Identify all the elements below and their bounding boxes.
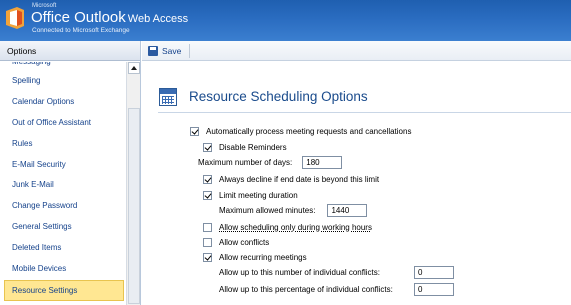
nav-item-change-password[interactable]: Change Password [0, 196, 126, 217]
nav-list: Messaging Spelling Calendar Options Out … [0, 62, 126, 305]
nav-item-email-security[interactable]: E-Mail Security [0, 155, 126, 176]
arrow-up-icon [131, 66, 137, 70]
nav-item-calendar-options[interactable]: Calendar Options [0, 92, 126, 113]
page-title: Resource Scheduling Options [189, 89, 368, 104]
connection-status: Connected to Microsoft Exchange [32, 27, 130, 34]
nav-item-spelling[interactable]: Spelling [0, 71, 126, 92]
decline-beyond-row: Always decline if end date is beyond thi… [203, 175, 379, 184]
allow-conflicts-checkbox[interactable] [203, 238, 212, 247]
nav-item-messaging[interactable]: Messaging [0, 62, 126, 71]
nav-title: Options [0, 41, 140, 61]
max-minutes-label: Maximum allowed minutes: [219, 206, 316, 215]
limit-duration-checkbox[interactable] [203, 191, 212, 200]
disable-reminders-checkbox[interactable] [203, 143, 212, 152]
nav-item-mobile-devices[interactable]: Mobile Devices [0, 259, 126, 280]
nav-item-junk-email[interactable]: Junk E-Mail [0, 175, 126, 196]
disable-reminders-label: Disable Reminders [219, 143, 287, 152]
nav-scrollbar[interactable] [126, 62, 140, 305]
allow-recurring-label: Allow recurring meetings [219, 253, 307, 262]
conflict-count-row: Allow up to this number of individual co… [219, 266, 454, 279]
app-header: Microsoft Office Outlook Web Access Conne… [0, 0, 571, 41]
conflict-pct-row: Allow up to this percentage of individua… [219, 283, 454, 296]
conflict-count-input[interactable]: 0 [414, 266, 454, 279]
calendar-icon [159, 88, 177, 106]
product-title: Office Outlook Web Access [31, 9, 188, 26]
nav-item-general-settings[interactable]: General Settings [0, 217, 126, 238]
nav-item-resource-settings[interactable]: Resource Settings [4, 279, 124, 301]
toolbar: Save [142, 41, 571, 61]
save-label: Save [162, 46, 182, 56]
working-hours-row: Allow scheduling only during working hou… [203, 223, 372, 232]
product-sub: Web Access [127, 13, 189, 25]
save-icon [148, 46, 158, 56]
max-minutes-row: Maximum allowed minutes: 1440 [219, 204, 368, 217]
office-logo-icon [6, 7, 24, 29]
product-main: Office Outlook [31, 9, 126, 26]
auto-process-label: Automatically process meeting requests a… [206, 127, 412, 136]
allow-conflicts-label: Allow conflicts [219, 238, 270, 247]
scroll-up-button[interactable] [128, 62, 140, 74]
limit-duration-label: Limit meeting duration [219, 191, 298, 200]
toolbar-divider [189, 44, 190, 58]
working-hours-checkbox[interactable] [203, 223, 212, 232]
nav-item-rules[interactable]: Rules [0, 134, 126, 155]
auto-process-row: Automatically process meeting requests a… [190, 127, 411, 136]
auto-process-checkbox[interactable] [190, 127, 199, 136]
max-days-input[interactable]: 180 [302, 156, 343, 169]
decline-beyond-label: Always decline if end date is beyond thi… [219, 175, 380, 184]
disable-reminders-row: Disable Reminders [203, 143, 287, 152]
scrollbar-thumb[interactable] [128, 108, 140, 304]
allow-recurring-row: Allow recurring meetings [203, 253, 307, 262]
options-nav: Options Messaging Spelling Calendar Opti… [0, 41, 141, 305]
conflict-pct-input[interactable]: 0 [414, 283, 454, 296]
nav-item-deleted-items[interactable]: Deleted Items [0, 238, 126, 259]
conflict-pct-label: Allow up to this percentage of individua… [219, 285, 393, 294]
max-days-row: Maximum number of days: 180 [198, 156, 343, 169]
decline-beyond-checkbox[interactable] [203, 175, 212, 184]
allow-conflicts-row: Allow conflicts [203, 238, 269, 247]
working-hours-label: Allow scheduling only during working hou… [219, 223, 372, 232]
allow-recurring-checkbox[interactable] [203, 253, 212, 262]
nav-item-out-of-office[interactable]: Out of Office Assistant [0, 113, 126, 134]
save-button[interactable]: Save [148, 44, 181, 58]
main-content: Resource Scheduling Options Automaticall… [142, 62, 571, 305]
limit-duration-row: Limit meeting duration [203, 191, 298, 200]
max-days-label: Maximum number of days: [198, 158, 293, 167]
max-minutes-input[interactable]: 1440 [327, 204, 368, 217]
conflict-count-label: Allow up to this number of individual co… [219, 268, 380, 277]
title-divider [158, 112, 571, 113]
